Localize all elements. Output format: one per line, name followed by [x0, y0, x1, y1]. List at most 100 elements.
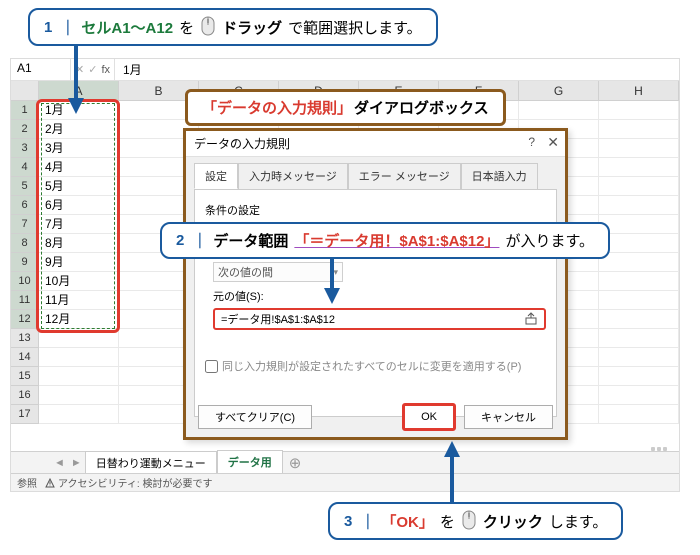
cell[interactable] — [599, 405, 679, 424]
text: ダイアログボックス — [354, 97, 489, 118]
cell[interactable] — [599, 101, 679, 120]
dialog-tab-settings[interactable]: 設定 — [194, 163, 238, 189]
cell[interactable] — [599, 348, 679, 367]
row-header[interactable]: 11 — [11, 291, 39, 310]
cell-range-text: セルA1～A12 — [81, 17, 173, 38]
cell[interactable]: 3月 — [39, 139, 119, 158]
cell[interactable] — [599, 215, 679, 234]
mouse-icon — [200, 16, 216, 38]
cell[interactable] — [599, 120, 679, 139]
callout-step-2: 2 ｜ データ範囲 「＝データ用！$A$1:$A$12」 が入ります。 — [160, 222, 610, 259]
row-header[interactable]: 14 — [11, 348, 39, 367]
cell[interactable] — [599, 139, 679, 158]
cell[interactable]: 11月 — [39, 291, 119, 310]
checkbox-input[interactable] — [205, 360, 218, 373]
cell[interactable] — [599, 177, 679, 196]
source-input[interactable]: =データ用!$A$1:$A$12 — [213, 308, 546, 330]
dialog-help-button[interactable]: ? — [528, 135, 535, 149]
arrow-step-2 — [320, 256, 344, 304]
clear-all-button[interactable]: すべてクリア(C) — [198, 405, 312, 429]
view-buttons[interactable] — [651, 447, 667, 451]
separator: ｜ — [360, 511, 375, 532]
callout-step-3: 3 ｜ 「OK」 を クリック します。 — [328, 502, 623, 540]
cell[interactable]: 9月 — [39, 253, 119, 272]
status-bar: 参照 アクセシビリティ: 検討が必要です — [11, 473, 679, 491]
row-header[interactable]: 13 — [11, 329, 39, 348]
cell[interactable]: 5月 — [39, 177, 119, 196]
drag-text: ドラッグ — [222, 17, 282, 38]
cell[interactable]: 7月 — [39, 215, 119, 234]
dialog-close-button[interactable]: ✕ — [547, 134, 559, 151]
callout-step-1: 1 ｜ セルA1～A12 を ドラッグ で範囲選択します。 — [28, 8, 438, 46]
dialog-title: データの入力規則 — [194, 135, 290, 152]
source-label: 元の値(S): — [205, 288, 546, 304]
cell[interactable] — [519, 101, 599, 120]
cell[interactable] — [599, 196, 679, 215]
row-header[interactable]: 5 — [11, 177, 39, 196]
dialog-tab-ime[interactable]: 日本語入力 — [461, 163, 538, 189]
dialog-name-text: 「データの入力規則」 — [202, 97, 352, 118]
enter-icon: ✓ — [88, 63, 97, 76]
formula-value[interactable]: 1月 — [115, 59, 150, 80]
cell[interactable] — [599, 234, 679, 253]
cell[interactable]: 8月 — [39, 234, 119, 253]
select-all-corner[interactable] — [11, 81, 39, 101]
dialog-titlebar[interactable]: データの入力規則 ? ✕ — [186, 131, 565, 157]
cell[interactable] — [39, 329, 119, 348]
col-header-G[interactable]: G — [519, 81, 599, 101]
step-number: 1 — [44, 19, 52, 36]
col-header-H[interactable]: H — [599, 81, 679, 101]
callout-dialog-title: 「データの入力規則」 ダイアログボックス — [185, 89, 506, 126]
row-header[interactable]: 15 — [11, 367, 39, 386]
cancel-button[interactable]: キャンセル — [464, 405, 553, 429]
dialog-tab-input-message[interactable]: 入力時メッセージ — [238, 163, 348, 189]
row-header[interactable]: 7 — [11, 215, 39, 234]
apply-to-cells-checkbox[interactable]: 同じ入力規則が設定されたすべてのセルに変更を適用する(P) — [205, 358, 546, 374]
tab-nav-next-icon[interactable]: ► — [68, 457, 85, 469]
cell[interactable] — [599, 386, 679, 405]
cell[interactable]: 12月 — [39, 310, 119, 329]
cell[interactable] — [599, 310, 679, 329]
row-header[interactable]: 17 — [11, 405, 39, 424]
cell[interactable]: 10月 — [39, 272, 119, 291]
text: データ範囲 — [213, 230, 288, 251]
cell[interactable] — [599, 367, 679, 386]
data-dropdown-value: 次の値の間 — [218, 264, 273, 280]
cell[interactable]: 6月 — [39, 196, 119, 215]
row-header[interactable]: 6 — [11, 196, 39, 215]
sheet-tab[interactable]: 日替わり運動メニュー — [85, 451, 217, 474]
tab-nav-prev-icon[interactable]: ◄ — [51, 457, 68, 469]
accessibility-status[interactable]: アクセシビリティ: 検討が必要です — [45, 475, 212, 490]
cell[interactable] — [39, 386, 119, 405]
cell[interactable]: 4月 — [39, 158, 119, 177]
range-picker-icon[interactable] — [524, 312, 538, 326]
new-sheet-button[interactable]: ⊕ — [283, 454, 308, 472]
text: が入ります。 — [505, 230, 594, 251]
dialog-tab-error-alert[interactable]: エラー メッセージ — [348, 163, 461, 189]
row-header[interactable]: 10 — [11, 272, 39, 291]
row-header[interactable]: 8 — [11, 234, 39, 253]
cell[interactable] — [39, 348, 119, 367]
fx-icon[interactable]: fx — [101, 64, 110, 76]
sheet-tab-active[interactable]: データ用 — [217, 450, 283, 475]
row-header[interactable]: 4 — [11, 158, 39, 177]
row-header[interactable]: 9 — [11, 253, 39, 272]
row-header[interactable]: 16 — [11, 386, 39, 405]
name-box[interactable]: A1 — [11, 59, 71, 80]
formula-text: 「＝データ用！$A$1:$A$12」 — [294, 230, 499, 251]
cell[interactable] — [599, 253, 679, 272]
row-header[interactable]: 12 — [11, 310, 39, 329]
cell[interactable] — [599, 272, 679, 291]
row-header[interactable]: 1 — [11, 101, 39, 120]
arrow-step-1 — [64, 44, 88, 114]
ok-button[interactable]: OK — [402, 403, 456, 431]
cell[interactable]: 2月 — [39, 120, 119, 139]
cell[interactable] — [39, 367, 119, 386]
row-header[interactable]: 2 — [11, 120, 39, 139]
cell[interactable] — [599, 291, 679, 310]
cell[interactable] — [599, 158, 679, 177]
cell[interactable] — [39, 405, 119, 424]
cell[interactable] — [599, 329, 679, 348]
row-header[interactable]: 3 — [11, 139, 39, 158]
step-number: 2 — [176, 232, 184, 249]
